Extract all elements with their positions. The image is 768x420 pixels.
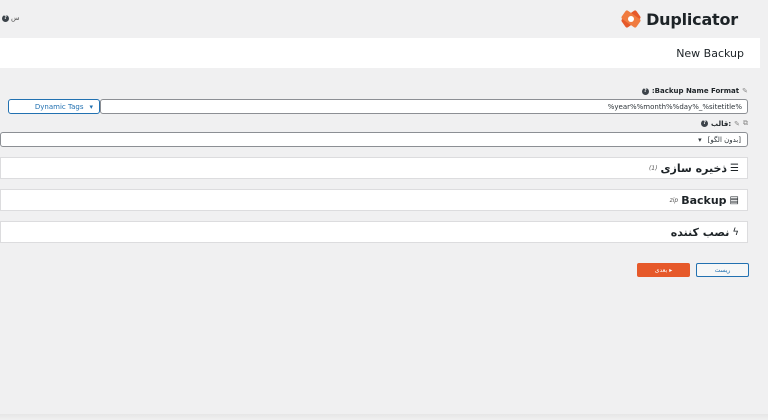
file-archive-icon: ▤: [729, 194, 739, 206]
backup-title: Backup: [681, 193, 727, 207]
help-icon: ?: [2, 14, 9, 22]
play-icon: ▸: [669, 266, 673, 274]
duplicator-logo-icon: [621, 10, 641, 28]
backup-sub: zip: [669, 196, 679, 204]
chevron-down-icon: ▾: [698, 135, 702, 144]
storage-panel[interactable]: (1) ذخیره سازی ☰: [0, 157, 748, 179]
help-link[interactable]: ? س: [2, 14, 20, 22]
installer-panel[interactable]: نصب کننده ϟ: [0, 221, 748, 243]
storage-title: ذخیره سازی: [660, 161, 728, 175]
help-icon[interactable]: ?: [701, 120, 709, 127]
reset-label: ریست: [714, 266, 731, 274]
installer-title: نصب کننده: [670, 225, 730, 239]
template-select[interactable]: ▾ [بدون الگو]: [0, 132, 748, 147]
chevron-down-icon: ▾: [89, 102, 93, 111]
page-header: New Backup: [0, 38, 760, 68]
template-label: قالب:: [711, 119, 732, 128]
storage-icon: ☰: [730, 162, 739, 174]
template-selected: [بدون الگو]: [707, 135, 741, 144]
footer-divider: [0, 414, 768, 420]
storage-count: (1): [648, 164, 658, 172]
backup-name-input[interactable]: %year%%month%%day%_%sitetitle%: [100, 99, 748, 114]
logo-text: Duplicator: [646, 9, 738, 29]
page-title: New Backup: [676, 47, 744, 60]
next-button[interactable]: بعدی ▸: [637, 263, 690, 277]
dynamic-tags-label: Dynamic Tags: [34, 102, 84, 111]
name-format-label: :Backup Name Format: [651, 87, 740, 95]
duplicator-logo: Duplicator: [620, 8, 738, 30]
dynamic-tags-button[interactable]: Dynamic Tags ▾: [8, 99, 100, 114]
help-label: س: [11, 14, 20, 22]
edit-icon[interactable]: ✎: [742, 87, 748, 95]
bolt-icon: ϟ: [732, 226, 739, 238]
next-label: بعدی: [654, 266, 668, 274]
top-bar: ? س Duplicator: [0, 0, 768, 38]
template-label-row: ? قالب: ✎ ⧉: [701, 119, 748, 128]
edit-icon[interactable]: ✎: [734, 120, 740, 128]
copy-icon[interactable]: ⧉: [743, 119, 748, 128]
help-icon[interactable]: ?: [641, 87, 649, 95]
reset-button[interactable]: ریست: [696, 263, 749, 277]
backup-panel[interactable]: zip Backup ▤: [0, 189, 748, 211]
name-format-label-row: ? :Backup Name Format ✎: [641, 87, 748, 95]
